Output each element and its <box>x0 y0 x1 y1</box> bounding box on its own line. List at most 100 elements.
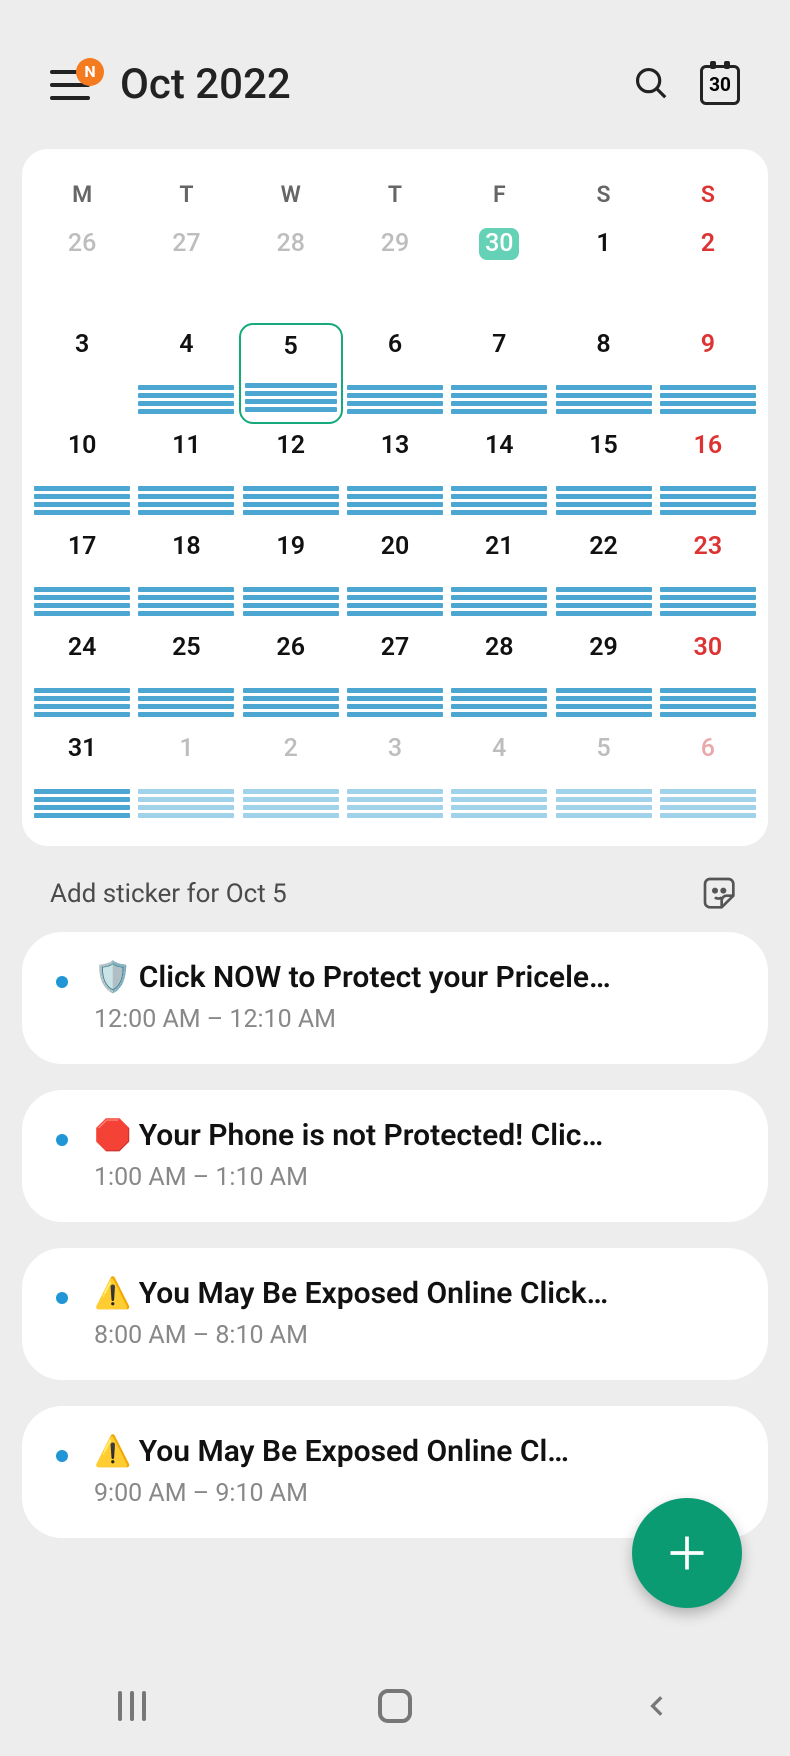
day-number: 6 <box>690 733 726 765</box>
calendar-day[interactable]: 11 <box>134 424 238 525</box>
calendar-day[interactable]: 5 <box>551 727 655 828</box>
calendar-day[interactable]: 1 <box>551 222 655 323</box>
search-icon <box>632 64 670 102</box>
calendar-day[interactable]: 26 <box>30 222 134 323</box>
calendar-day[interactable]: 7 <box>447 323 551 424</box>
today-number: 30 <box>709 73 731 96</box>
event-time: 9:00 AM – 9:10 AM <box>70 1479 736 1508</box>
calendar-day[interactable]: 13 <box>343 424 447 525</box>
calendar-day[interactable]: 2 <box>239 727 343 828</box>
calendar-day[interactable]: 6 <box>656 727 760 828</box>
event-dot <box>56 1134 68 1146</box>
day-number: 30 <box>479 228 519 260</box>
calendar-day[interactable]: 4 <box>134 323 238 424</box>
calendar-day[interactable]: 14 <box>447 424 551 525</box>
day-number: 25 <box>168 632 204 664</box>
calendar-day[interactable]: 25 <box>134 626 238 727</box>
day-number: 22 <box>586 531 622 563</box>
calendar-day[interactable]: 1 <box>134 727 238 828</box>
calendar-day[interactable]: 24 <box>30 626 134 727</box>
search-button[interactable] <box>632 64 670 106</box>
weekday-header: S <box>551 171 655 222</box>
day-number: 26 <box>64 228 100 260</box>
day-number: 8 <box>586 329 622 361</box>
calendar-day[interactable]: 15 <box>551 424 655 525</box>
day-number: 15 <box>586 430 622 462</box>
calendar-day[interactable]: 3 <box>30 323 134 424</box>
day-number: 3 <box>64 329 100 361</box>
day-number: 31 <box>64 733 100 765</box>
calendar-day[interactable]: 27 <box>134 222 238 323</box>
day-number: 5 <box>586 733 622 765</box>
event-card[interactable]: 🛑 Your Phone is not Protected! Clic…1:00… <box>22 1090 768 1222</box>
event-dot <box>56 1450 68 1462</box>
event-title: 🛑 Your Phone is not Protected! Clic… <box>70 1118 736 1153</box>
plus-icon <box>665 1531 709 1575</box>
weekday-header: F <box>447 171 551 222</box>
calendar-day[interactable]: 20 <box>343 525 447 626</box>
calendar-day[interactable]: 8 <box>551 323 655 424</box>
add-event-fab[interactable] <box>632 1498 742 1608</box>
weekday-header: W <box>239 171 343 222</box>
day-number: 17 <box>64 531 100 563</box>
calendar-day[interactable]: 4 <box>447 727 551 828</box>
day-number: 9 <box>690 329 726 361</box>
calendar-day[interactable]: 21 <box>447 525 551 626</box>
notification-badge: N <box>76 58 104 86</box>
menu-button[interactable]: N <box>50 70 90 100</box>
day-number: 7 <box>481 329 517 361</box>
calendar-day[interactable]: 28 <box>447 626 551 727</box>
day-number: 28 <box>273 228 309 260</box>
calendar-day[interactable]: 26 <box>239 626 343 727</box>
day-number: 4 <box>481 733 517 765</box>
calendar-day[interactable]: 31 <box>30 727 134 828</box>
event-dot <box>56 1292 68 1304</box>
day-number: 16 <box>690 430 726 462</box>
nav-back[interactable] <box>638 1686 678 1726</box>
event-card[interactable]: 🛡️ Click NOW to Protect your Pricele… 12:… <box>22 932 768 1064</box>
calendar-day[interactable]: 10 <box>30 424 134 525</box>
nav-home[interactable] <box>375 1686 415 1726</box>
calendar-day[interactable]: 3 <box>343 727 447 828</box>
calendar-day[interactable]: 2 <box>656 222 760 323</box>
day-number: 11 <box>168 430 204 462</box>
event-title: ⚠️ You May Be Exposed Online Cl… <box>70 1434 736 1469</box>
day-number: 2 <box>690 228 726 260</box>
header: N Oct 2022 30 <box>0 0 790 149</box>
weekday-header: S <box>656 171 760 222</box>
day-number: 24 <box>64 632 100 664</box>
day-number: 6 <box>377 329 413 361</box>
event-title: 🛡️ Click NOW to Protect your Pricele… <box>70 960 736 995</box>
day-number: 26 <box>273 632 309 664</box>
calendar-day[interactable]: 27 <box>343 626 447 727</box>
event-time: 12:00 AM – 12:10 AM <box>70 1005 736 1034</box>
calendar-day[interactable]: 9 <box>656 323 760 424</box>
calendar-day[interactable]: 29 <box>551 626 655 727</box>
calendar-day[interactable]: 16 <box>656 424 760 525</box>
calendar-day[interactable]: 12 <box>239 424 343 525</box>
calendar-day[interactable]: 5 <box>239 323 343 424</box>
day-number: 1 <box>168 733 204 765</box>
calendar-day[interactable]: 19 <box>239 525 343 626</box>
day-number: 29 <box>586 632 622 664</box>
event-card[interactable]: ⚠️ You May Be Exposed Online Click…8:00 … <box>22 1248 768 1380</box>
nav-recent[interactable] <box>112 1686 152 1726</box>
today-button[interactable]: 30 <box>700 65 740 105</box>
calendar-day[interactable]: 22 <box>551 525 655 626</box>
calendar-day[interactable]: 30 <box>656 626 760 727</box>
calendar-day[interactable]: 6 <box>343 323 447 424</box>
calendar-day[interactable]: 18 <box>134 525 238 626</box>
day-number: 13 <box>377 430 413 462</box>
day-number: 29 <box>377 228 413 260</box>
day-number: 18 <box>168 531 204 563</box>
calendar-day[interactable]: 23 <box>656 525 760 626</box>
day-number: 20 <box>377 531 413 563</box>
page-title[interactable]: Oct 2022 <box>120 60 602 109</box>
day-number: 14 <box>481 430 517 462</box>
calendar-grid: MTWTFSS 26272829301234567891011121314151… <box>22 149 768 846</box>
calendar-day[interactable]: 30 <box>447 222 551 323</box>
calendar-day[interactable]: 28 <box>239 222 343 323</box>
calendar-day[interactable]: 29 <box>343 222 447 323</box>
calendar-day[interactable]: 17 <box>30 525 134 626</box>
add-sticker-row[interactable]: Add sticker for Oct 5 <box>0 846 790 932</box>
